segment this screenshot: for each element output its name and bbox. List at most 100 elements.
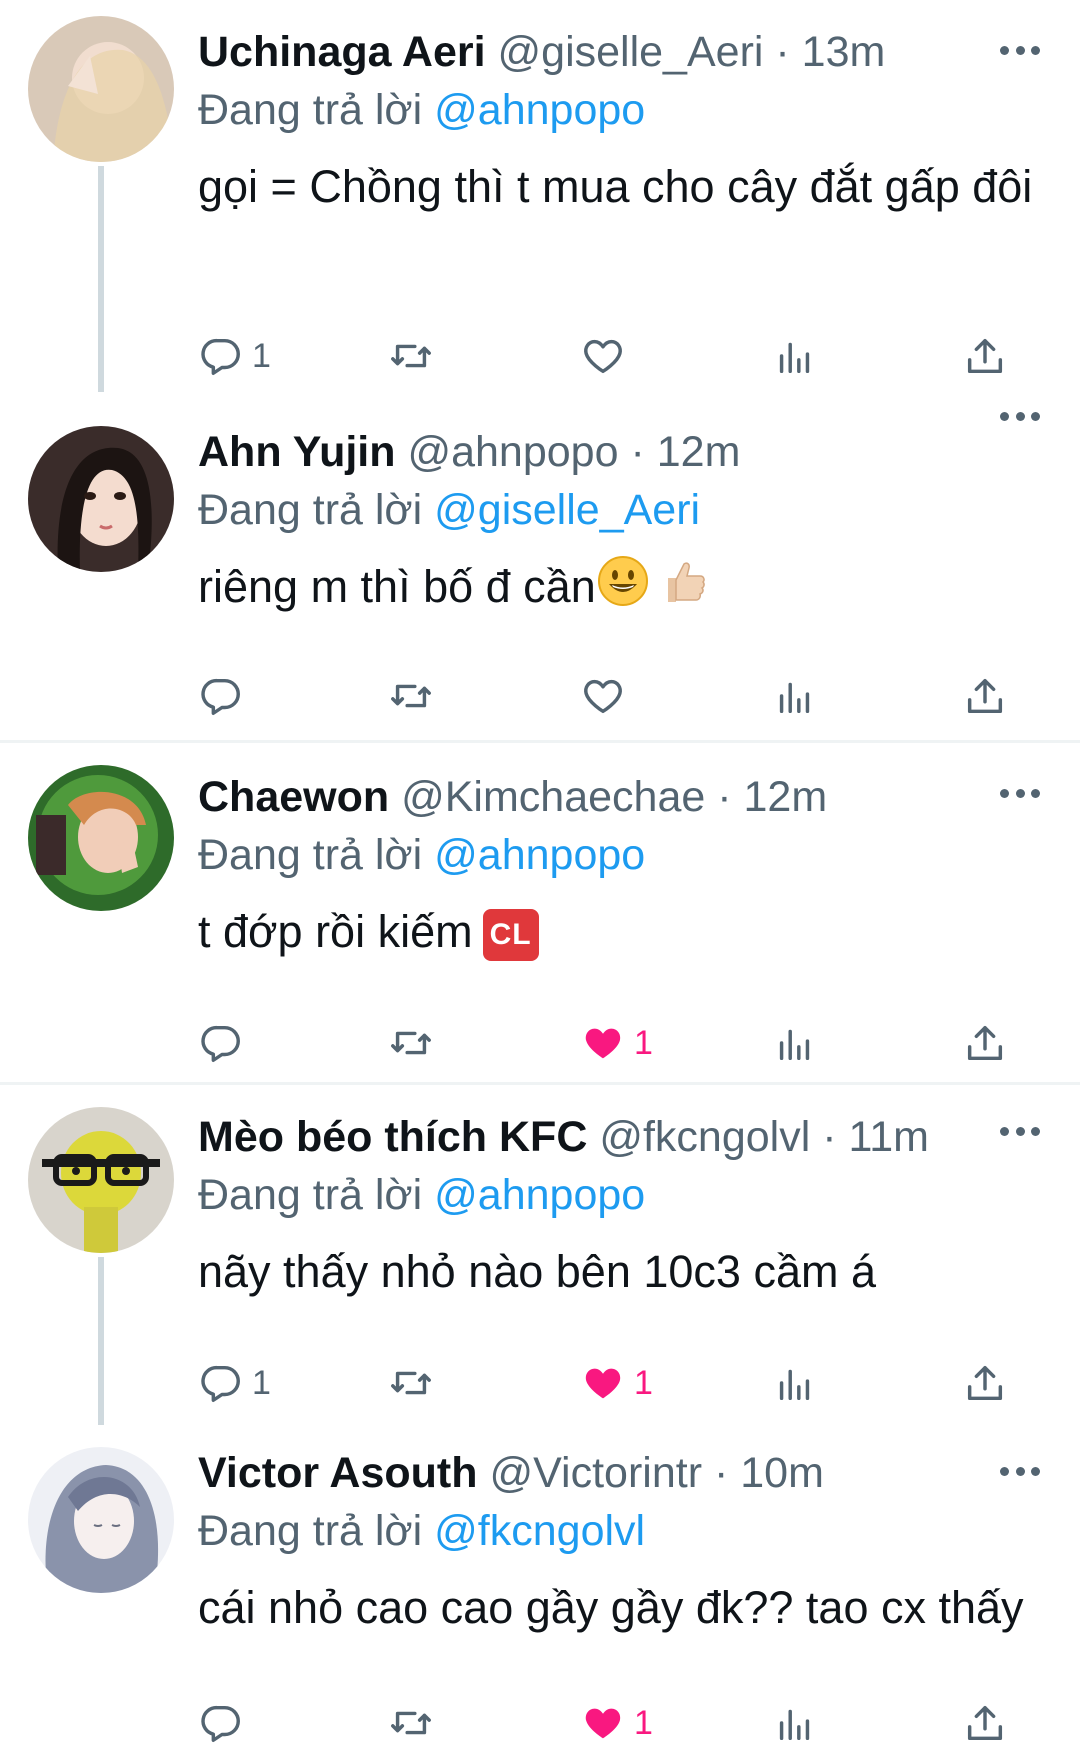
avatar[interactable] [28, 1447, 174, 1593]
timestamp[interactable]: 13m [802, 28, 886, 76]
timestamp[interactable]: 11m [849, 1113, 929, 1161]
share-button[interactable] [962, 330, 1008, 382]
tweet[interactable]: Chaewon @Kimchaechae · 12m Đang trả lời … [0, 743, 1080, 1083]
tweet-text: nãy thấy nhỏ nào bên 10c3 cầm á [198, 1246, 876, 1297]
views-button[interactable] [772, 1357, 818, 1409]
liked-heart-icon [580, 1360, 626, 1406]
replying-to-link[interactable]: @giselle_Aeri [434, 486, 700, 534]
replying-to: Đang trả lời @ahnpopo [198, 1171, 646, 1219]
tweet[interactable]: Ahn Yujin @ahnpopo · 12m Đang trả lời @g… [0, 392, 1080, 740]
display-name[interactable]: Ahn Yujin [198, 428, 396, 476]
retweet-button[interactable] [388, 1357, 434, 1409]
more-icon[interactable] [1000, 406, 1040, 426]
retweet-button[interactable] [388, 330, 434, 382]
reply-button[interactable] [198, 670, 252, 722]
like-button[interactable] [580, 330, 626, 382]
reply-icon [198, 673, 244, 719]
retweet-button[interactable] [388, 1697, 434, 1749]
views-icon [772, 1020, 818, 1066]
liked-heart-icon [580, 1700, 626, 1746]
views-button[interactable] [772, 330, 818, 382]
like-button[interactable]: 1 [580, 1697, 653, 1749]
share-button[interactable] [962, 670, 1008, 722]
handle[interactable]: @ahnpopo [407, 428, 618, 476]
like-icon [580, 333, 626, 379]
display-name[interactable]: Chaewon [198, 773, 389, 821]
replying-to: Đang trả lời @ahnpopo [198, 831, 646, 879]
avatar[interactable] [28, 765, 174, 911]
thread-line [98, 1257, 104, 1425]
views-icon [772, 1360, 818, 1406]
tweet-text: t đớp rồi kiếm CL [198, 899, 1040, 965]
replying-to: Đang trả lời @ahnpopo [198, 86, 646, 134]
retweet-icon [388, 1020, 434, 1066]
avatar[interactable] [28, 1107, 174, 1253]
tweet[interactable]: Mèo béo thích KFC @fkcngolvl · 11m Đang … [0, 1085, 1080, 1425]
display-name[interactable]: Mèo béo thích KFC [198, 1113, 587, 1161]
reply-icon [198, 333, 244, 379]
replying-to-link[interactable]: @ahnpopo [434, 86, 645, 134]
views-button[interactable] [772, 1697, 818, 1749]
reply-button[interactable] [198, 1697, 252, 1749]
replying-to-link[interactable]: @ahnpopo [434, 831, 645, 879]
like-button[interactable]: 1 [580, 1357, 653, 1409]
views-icon [772, 333, 818, 379]
replying-to-link[interactable]: @ahnpopo [434, 1171, 645, 1219]
like-count: 1 [634, 1363, 653, 1402]
liked-heart-icon [580, 1020, 626, 1066]
handle[interactable]: @fkcngolvl [599, 1113, 810, 1161]
display-name[interactable]: Uchinaga Aeri [198, 28, 486, 76]
handle[interactable]: @Kimchaechae [401, 773, 705, 821]
views-button[interactable] [772, 1017, 818, 1069]
like-count: 1 [634, 1703, 653, 1742]
share-button[interactable] [962, 1357, 1008, 1409]
tweet-text: gọi = Chồng thì t mua cho cây đắt gấp đô… [198, 161, 1033, 212]
retweet-button[interactable] [388, 1017, 434, 1069]
cl-emoji-badge: CL [482, 909, 539, 962]
more-icon[interactable] [1000, 40, 1040, 60]
avatar[interactable] [28, 16, 174, 162]
share-icon [962, 333, 1008, 379]
share-button[interactable] [962, 1697, 1008, 1749]
thread-line [98, 166, 104, 392]
timestamp[interactable]: 10m [740, 1449, 824, 1497]
reply-button[interactable] [198, 1017, 252, 1069]
share-button[interactable] [962, 1017, 1008, 1069]
like-button[interactable] [580, 670, 626, 722]
like-button[interactable]: 1 [580, 1017, 653, 1069]
retweet-icon [388, 673, 434, 719]
timestamp[interactable]: 12m [744, 773, 828, 821]
handle[interactable]: @Victorintr [489, 1449, 702, 1497]
reply-icon [198, 1020, 244, 1066]
share-icon [962, 1360, 1008, 1406]
avatar[interactable] [28, 426, 174, 572]
views-button[interactable] [772, 670, 818, 722]
thumbs-up-emoji [654, 554, 708, 626]
retweet-button[interactable] [388, 670, 434, 722]
like-icon [580, 673, 626, 719]
reply-count: 1 [252, 336, 271, 375]
tweet[interactable]: Uchinaga Aeri @giselle_Aeri · 13m Đang t… [0, 0, 1080, 392]
replying-to: Đang trả lời @giselle_Aeri [198, 486, 701, 534]
timestamp[interactable]: 12m [657, 428, 741, 476]
replying-to: Đang trả lời @fkcngolvl [198, 1507, 646, 1555]
more-icon[interactable] [1000, 783, 1040, 803]
like-count: 1 [634, 1023, 653, 1062]
reply-button[interactable]: 1 [198, 1357, 271, 1409]
tweet[interactable]: Victor Asouth @Victorintr · 10m Đang trả… [0, 1425, 1080, 1764]
retweet-icon [388, 333, 434, 379]
reply-icon [198, 1700, 244, 1746]
more-icon[interactable] [1000, 1461, 1040, 1481]
retweet-icon [388, 1360, 434, 1406]
share-icon [962, 673, 1008, 719]
views-icon [772, 673, 818, 719]
reply-icon [198, 1360, 244, 1406]
more-icon[interactable] [1000, 1121, 1040, 1141]
grinning-face-emoji [596, 554, 650, 626]
replying-to-link[interactable]: @fkcngolvl [434, 1507, 645, 1555]
retweet-icon [388, 1700, 434, 1746]
share-icon [962, 1020, 1008, 1066]
handle[interactable]: @giselle_Aeri [498, 28, 764, 76]
reply-button[interactable]: 1 [198, 330, 271, 382]
display-name[interactable]: Victor Asouth [198, 1449, 478, 1497]
